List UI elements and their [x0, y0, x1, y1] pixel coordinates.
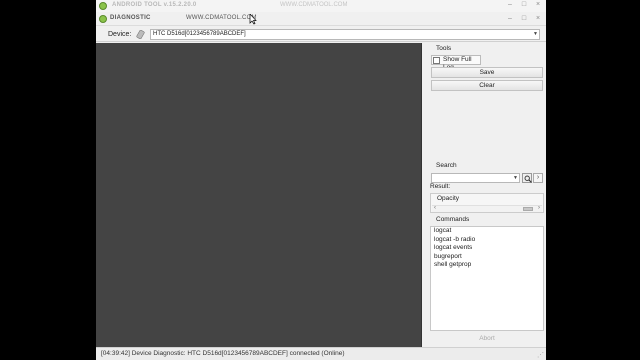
- slider-thumb[interactable]: [523, 207, 533, 211]
- opacity-slider[interactable]: ‹ ›: [432, 205, 542, 212]
- search-button[interactable]: [522, 173, 532, 183]
- window-controls: – □ ×: [504, 1, 544, 9]
- command-bugreport[interactable]: bugreport: [431, 253, 543, 262]
- tools-panel: Tools Show Full Log Save Clear Search ▼ …: [430, 43, 544, 347]
- phone-icon: [136, 30, 145, 39]
- chevron-right-icon[interactable]: ›: [538, 205, 540, 211]
- website-link[interactable]: WWW.CDMATOOL.COM: [186, 15, 257, 21]
- command-shell-getprop[interactable]: shell getprop: [431, 261, 543, 270]
- magnifier-icon: [524, 175, 532, 183]
- tools-heading: Tools: [436, 45, 452, 52]
- status-bar: [04:39:42] Device Diagnostic: HTC D516d[…: [96, 347, 546, 360]
- search-input[interactable]: ▼: [431, 173, 520, 183]
- minimize-button[interactable]: –: [504, 1, 516, 9]
- chevron-left-icon[interactable]: ‹: [434, 205, 436, 211]
- diagnostic-tabbar: DIAGNOSTIC WWW.CDMATOOL.COM – □ ×: [96, 12, 546, 26]
- mouse-cursor-icon: [249, 14, 257, 25]
- clear-button[interactable]: Clear: [431, 80, 543, 91]
- command-logcat-events[interactable]: logcat events: [431, 244, 543, 253]
- abort-button[interactable]: Abort: [430, 333, 544, 344]
- app-window: ANDROID TOOL v.15.2.20.0 WWW.CDMATOOL.CO…: [96, 0, 546, 360]
- opacity-group: Opacity ‹ ›: [430, 193, 544, 213]
- resize-grip-icon[interactable]: ⋰: [537, 350, 544, 360]
- diagnostic-title: DIAGNOSTIC: [110, 15, 151, 21]
- device-bar: Device: HTC D516d[0123456789ABCDEF] ▼: [96, 27, 546, 42]
- search-heading: Search: [436, 162, 457, 169]
- inner-close-button[interactable]: ×: [532, 15, 544, 23]
- window-title: ANDROID TOOL v.15.2.20.0: [112, 2, 197, 8]
- show-full-log-checkbox[interactable]: Show Full Log: [431, 55, 481, 71]
- inner-window-controls: – □ ×: [504, 15, 544, 23]
- android-app-icon: [99, 2, 107, 10]
- command-logcat-radio[interactable]: logcat -b radio: [431, 236, 543, 245]
- status-text: [04:39:42] Device Diagnostic: HTC D516d[…: [101, 350, 345, 357]
- android-icon: [99, 15, 107, 23]
- close-button[interactable]: ×: [532, 1, 544, 9]
- command-logcat[interactable]: logcat: [431, 227, 543, 236]
- inner-maximize-button[interactable]: □: [518, 15, 530, 23]
- device-select-value: HTC D516d[0123456789ABCDEF]: [153, 31, 246, 37]
- titlebar: ANDROID TOOL v.15.2.20.0 WWW.CDMATOOL.CO…: [96, 0, 546, 12]
- commands-heading: Commands: [436, 216, 470, 223]
- device-label: Device:: [108, 31, 132, 38]
- chevron-down-icon[interactable]: ▼: [533, 30, 538, 39]
- commands-list: logcat logcat -b radio logcat events bug…: [430, 226, 544, 331]
- inner-minimize-button[interactable]: –: [504, 15, 516, 23]
- chevron-down-icon[interactable]: ▼: [513, 175, 518, 182]
- device-select[interactable]: HTC D516d[0123456789ABCDEF] ▼: [150, 29, 540, 40]
- save-button[interactable]: Save: [431, 67, 543, 78]
- log-output-area[interactable]: [96, 43, 422, 347]
- maximize-button[interactable]: □: [518, 1, 530, 9]
- opacity-label: Opacity: [437, 195, 460, 202]
- title-url: WWW.CDMATOOL.COM: [280, 2, 348, 8]
- checkbox-box[interactable]: [433, 57, 440, 64]
- search-next-button[interactable]: ›: [533, 173, 543, 183]
- result-label: Result:: [430, 183, 451, 190]
